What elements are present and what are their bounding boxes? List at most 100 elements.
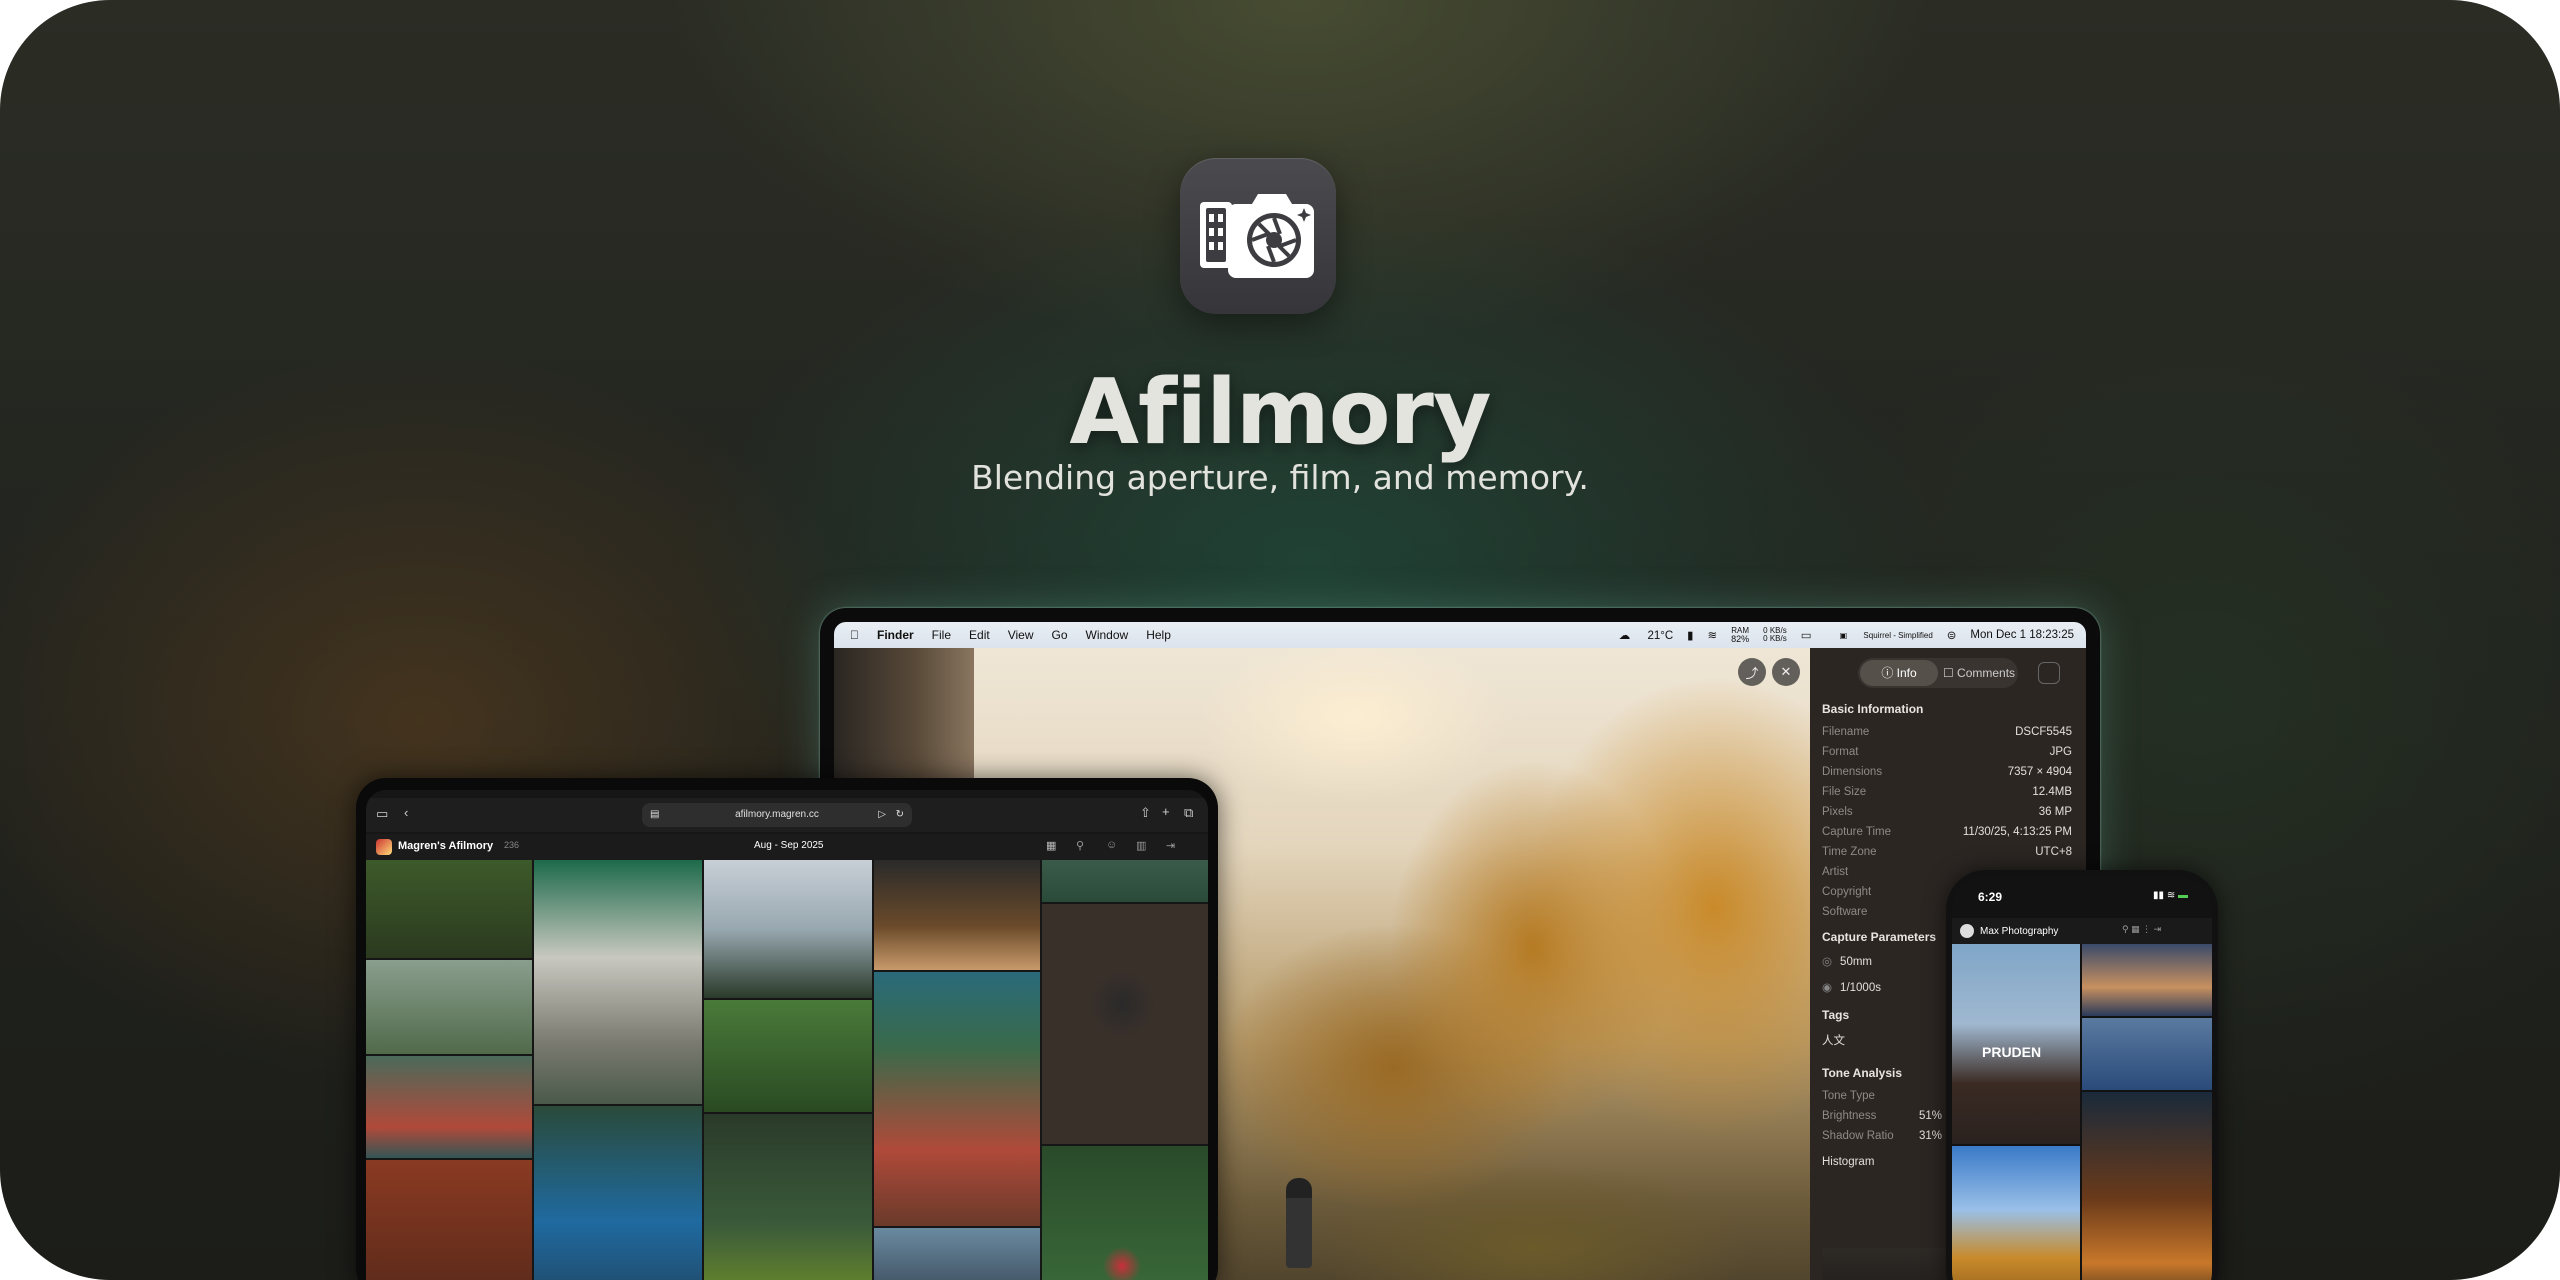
phone-header: Max Photography ⚲ ▦ ⋮ ⇥ — [1952, 918, 2212, 944]
url-bar[interactable]: ▤ afilmory.magren.cc ▷ ↻ — [642, 803, 912, 827]
info-comments-switch: ⓘ Info ☐ Comments — [1858, 658, 2018, 688]
photo-thumbnail[interactable] — [534, 860, 702, 1104]
tablet-mockup: ▭ ‹ ▤ afilmory.magren.cc ▷ ↻ ⇧ + ⧉ Magren's… — [356, 778, 1218, 1280]
photo-thumbnail[interactable] — [2082, 1092, 2212, 1280]
info-row: Pixels 36 MP — [1822, 806, 2072, 818]
photo-thumbnail[interactable] — [874, 860, 1040, 970]
photo-thumbnail[interactable] — [366, 960, 532, 1054]
tab-comments[interactable]: ☐ Comments — [1940, 660, 2018, 686]
photo-thumbnail[interactable] — [704, 860, 872, 998]
wifi-icon: ≋ — [2166, 890, 2176, 901]
tone-row: Brightness 51% — [1822, 1110, 1942, 1122]
login-icon[interactable]: ⇥ — [1166, 839, 1175, 852]
signal-icon: ▮▮ — [2153, 890, 2165, 901]
info-row: Dimensions 7357 × 4904 — [1822, 766, 2072, 778]
photo-thumbnail[interactable] — [1042, 1146, 1208, 1280]
photo-thumbnail[interactable]: PRUDEN — [1952, 944, 2080, 1144]
tags-title: Tags — [1822, 1008, 1850, 1022]
photo-thumbnail[interactable] — [874, 972, 1040, 1226]
new-tab-icon[interactable]: + — [1162, 804, 1170, 819]
info-row: Format JPG — [1822, 746, 2072, 758]
photo-thumbnail[interactable] — [1042, 904, 1208, 1144]
photo-thumbnail[interactable] — [1042, 860, 1208, 902]
avatar — [1960, 924, 1974, 938]
photo-thumbnail[interactable] — [2082, 1018, 2212, 1090]
menubar-clock[interactable]: Mon Dec 1 18:23:25 — [1970, 629, 2074, 641]
phone-status-icons: ▮▮ ≋ ▬ — [2153, 890, 2188, 901]
reader-icon[interactable]: ▷ — [878, 803, 886, 827]
wifi-icon[interactable]: ≋ — [1708, 628, 1718, 642]
photo-thumbnail[interactable] — [366, 860, 532, 958]
browser-toolbar: ▭ ‹ ▤ afilmory.magren.cc ▷ ↻ ⇧ + ⧉ — [366, 798, 1208, 832]
date-range: Aug - Sep 2025 — [754, 840, 824, 851]
info-row: Filename DSCF5545 — [1822, 726, 2072, 738]
photo-thumbnail[interactable] — [2082, 944, 2212, 1016]
filter-icon[interactable]: ⚲ — [1076, 839, 1084, 852]
cloud-icon: ☁ — [1618, 630, 1631, 642]
histogram-label: Histogram — [1822, 1156, 1875, 1168]
memory-status[interactable]: RAM 82% — [1731, 627, 1749, 644]
basic-info-title: Basic Information — [1822, 702, 1924, 716]
user-icon[interactable]: ☺ — [1106, 839, 1117, 851]
squirrel-icon: ▣ — [1839, 630, 1848, 640]
panel-expand-button[interactable] — [2038, 662, 2060, 684]
photo-thumbnail[interactable] — [1952, 1146, 2080, 1280]
hero-banner: Afilmory Blending aperture, film, and me… — [0, 0, 2560, 1280]
apple-icon[interactable]:  — [850, 628, 859, 642]
tag-chip[interactable]: 人文 — [1822, 1032, 1845, 1048]
avatar — [376, 839, 392, 855]
close-icon[interactable]: ✕ — [1772, 658, 1800, 686]
share-icon[interactable]: ⇧ — [1140, 805, 1151, 821]
sidebar-icon[interactable]: ▭ — [376, 806, 388, 822]
tab-info[interactable]: ⓘ Info — [1860, 660, 1938, 686]
info-row: Capture Time 11/30/25, 4:13:25 PM — [1822, 826, 2072, 838]
photo-thumbnail[interactable] — [534, 1106, 702, 1280]
app-title: Afilmory — [1069, 360, 1491, 465]
menu-go[interactable]: Go — [1052, 628, 1068, 642]
bookmark-icon[interactable]: ▮ — [1687, 628, 1693, 642]
lens-icon: ◎ — [1822, 956, 1833, 968]
share-icon[interactable]: ⤴ — [1738, 658, 1766, 686]
map-icon[interactable]: ▥ — [1136, 839, 1146, 852]
app-icon — [1180, 158, 1336, 314]
phone-screen: 6:29 ▮▮ ≋ ▬ Max Photography ⚲ ▦ ⋮ ⇥ PRUD… — [1952, 876, 2212, 1280]
comment-icon: ☐ — [1942, 666, 1954, 680]
gallery-header: Magren's Afilmory 236 Aug - Sep 2025 ▦ ⚲… — [366, 834, 1208, 860]
phone-clock: 6:29 — [1978, 890, 2003, 904]
battery-icon[interactable]: ▭ — [1801, 628, 1812, 642]
toolbar-icons[interactable]: ⚲ ▦ ⋮ ⇥ — [2122, 924, 2161, 935]
tone-row: Shadow Ratio 31% — [1822, 1130, 1942, 1142]
shutter-speed: ◉ 1/1000s — [1822, 982, 1881, 994]
menu-file[interactable]: File — [932, 628, 951, 642]
photo-thumbnail[interactable] — [874, 1228, 1040, 1280]
menu-finder[interactable]: Finder — [877, 628, 914, 642]
menu-edit[interactable]: Edit — [969, 628, 990, 642]
app-tagline: Blending aperture, film, and memory. — [971, 458, 1589, 497]
info-row: File Size 12.4MB — [1822, 786, 2072, 798]
photo-person — [1286, 1178, 1312, 1268]
weather-status[interactable]: ☁ 21°C — [1605, 628, 1673, 642]
tone-row: Tone Type — [1822, 1090, 1875, 1102]
site-title: Magren's Afilmory — [398, 840, 494, 852]
phone-mockup: 6:29 ▮▮ ≋ ▬ Max Photography ⚲ ▦ ⋮ ⇥ PRUD… — [1946, 870, 2218, 1280]
control-center-icon[interactable]: ⊜ — [1947, 628, 1957, 642]
back-icon[interactable]: ‹ — [404, 805, 408, 820]
grid-view-icon[interactable]: ▦ — [1046, 839, 1056, 852]
photo-thumbnail[interactable] — [704, 1114, 872, 1280]
tablet-screen: ▭ ‹ ▤ afilmory.magren.cc ▷ ↻ ⇧ + ⧉ Magren's… — [366, 790, 1208, 1280]
photo-thumbnail[interactable] — [366, 1160, 532, 1280]
menu-view[interactable]: View — [1008, 628, 1034, 642]
menu-window[interactable]: Window — [1086, 628, 1129, 642]
tabs-icon[interactable]: ⧉ — [1184, 805, 1193, 821]
photo-thumbnail[interactable] — [704, 1000, 872, 1112]
info-icon: ⓘ — [1881, 666, 1894, 680]
shutter-icon: ◉ — [1822, 982, 1833, 994]
reload-icon[interactable]: ↻ — [896, 803, 904, 827]
photo-thumbnail[interactable] — [366, 1056, 532, 1158]
page-menu-icon[interactable]: ▤ — [650, 803, 659, 827]
input-method[interactable]: ▣ Squirrel - Simplified — [1826, 631, 1933, 640]
menu-help[interactable]: Help — [1146, 628, 1171, 642]
network-status[interactable]: 0 KB/s 0 KB/s — [1763, 627, 1787, 643]
site-title: Max Photography — [1980, 926, 2059, 937]
photo-count: 236 — [504, 840, 520, 850]
